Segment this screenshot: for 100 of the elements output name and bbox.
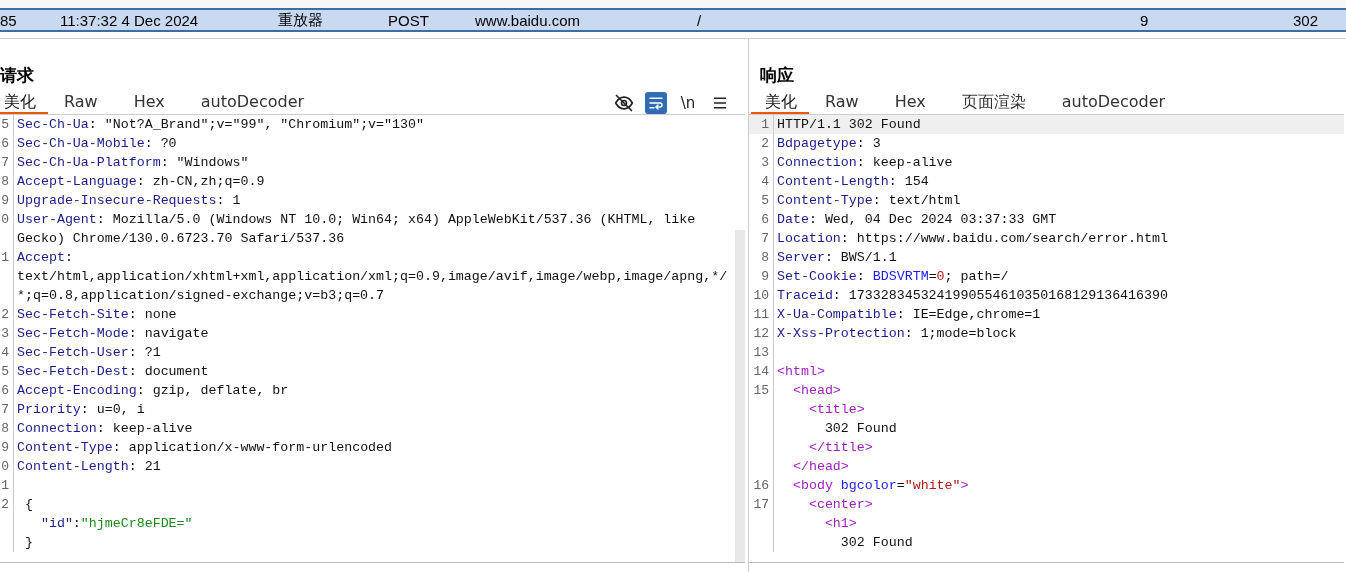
wrap-toggle[interactable] bbox=[645, 92, 667, 114]
hide-toggle[interactable] bbox=[613, 92, 635, 114]
code-line: } bbox=[23, 535, 33, 550]
code-line: <html> bbox=[776, 364, 825, 379]
line-number: 8 bbox=[1, 421, 9, 436]
table-cell-text: 11:37:32 4 Dec 2024 bbox=[60, 11, 200, 29]
code-line: Date: Wed, 04 Dec 2024 03:37:33 GMT bbox=[776, 212, 1057, 227]
line-number: 0 bbox=[1, 212, 9, 227]
code-line: Sec-Fetch-Dest: document bbox=[16, 364, 209, 379]
table-cell-text: 302 bbox=[1293, 11, 1320, 29]
panel-title: 请求 bbox=[0, 64, 35, 87]
code-line: Accept-Encoding: gzip, deflate, br bbox=[16, 383, 289, 398]
line-number: 10 bbox=[753, 288, 769, 303]
wrap-icon bbox=[648, 95, 664, 111]
line-number: 8 bbox=[1, 174, 9, 189]
line-number: 8 bbox=[761, 250, 769, 265]
line-number: 0 bbox=[1, 459, 9, 474]
code-line: </head> bbox=[791, 459, 849, 474]
code-line: HTTP/1.1 302 Found bbox=[776, 117, 921, 132]
table-cell-text: 85 bbox=[0, 11, 18, 29]
line-number: 4 bbox=[761, 174, 769, 189]
code-line: Connection: keep-alive bbox=[16, 421, 193, 436]
line-number: 9 bbox=[1, 440, 9, 455]
code-line: Content-Length: 21 bbox=[16, 459, 161, 474]
line-number: 3 bbox=[761, 155, 769, 170]
code-line: Sec-Ch-Ua: "Not?A_Brand";v="99", "Chromium";v="130" bbox=[16, 117, 424, 132]
line-number: 2 bbox=[761, 136, 769, 151]
tab[interactable]: 美化 bbox=[0, 92, 48, 114]
code-line: Connection: keep-alive bbox=[776, 155, 953, 170]
line-number: 7 bbox=[1, 402, 9, 417]
code-line: <title> bbox=[807, 402, 865, 417]
newline-toggle[interactable]: \n bbox=[677, 92, 699, 114]
table-cell-text: / bbox=[697, 11, 703, 29]
code-line: Content-Type: text/html bbox=[776, 193, 961, 208]
code-line: Gecko) Chrome/130.0.6723.70 Safari/537.36 bbox=[16, 231, 345, 246]
code-line: Set-Cookie: BDSVRTM=0; path=/ bbox=[776, 269, 1009, 284]
code-line: Sec-Fetch-User: ?1 bbox=[16, 345, 161, 360]
line-number: 7 bbox=[1, 155, 9, 170]
code-line: <h1> bbox=[823, 516, 857, 531]
line-number: 7 bbox=[761, 231, 769, 246]
line-number: 17 bbox=[753, 497, 769, 512]
code-line: Bdpagetype: 3 bbox=[776, 136, 881, 151]
line-number: 4 bbox=[1, 345, 9, 360]
tab[interactable]: autoDecoder bbox=[184, 92, 325, 114]
line-number: 2 bbox=[1, 497, 9, 512]
code-line: Sec-Fetch-Mode: navigate bbox=[16, 326, 209, 341]
code-line: Content-Type: application/x-www-form-urlencoded bbox=[16, 440, 393, 455]
eye-off-icon bbox=[614, 93, 634, 113]
line-number: 9 bbox=[761, 269, 769, 284]
tab[interactable]: Hex bbox=[117, 92, 185, 114]
tab[interactable]: Raw bbox=[48, 92, 118, 114]
code-line: X-Ua-Compatible: IE=Edge,chrome=1 bbox=[776, 307, 1041, 322]
panel-title: 响应 bbox=[759, 64, 795, 87]
line-number: 9 bbox=[1, 193, 9, 208]
code-line: Traceid: 1733283453241990554610350168129136416390 bbox=[776, 288, 1168, 303]
tab[interactable]: Raw bbox=[809, 92, 879, 114]
table-cell-text: 9 bbox=[1140, 11, 1150, 29]
line-number: 6 bbox=[1, 136, 9, 151]
tab[interactable]: 页面渲染 bbox=[945, 92, 1046, 114]
code-line: Location: https://www.baidu.com/search/error.html bbox=[776, 231, 1168, 246]
line-number: 3 bbox=[1, 326, 9, 341]
code-line: "id":"hjmeCr8eFDE=" bbox=[39, 516, 193, 531]
code-line: Sec-Ch-Ua-Mobile: ?0 bbox=[16, 136, 177, 151]
line-number: 5 bbox=[1, 364, 9, 379]
line-number: 16 bbox=[753, 478, 769, 493]
tab[interactable]: Hex bbox=[878, 92, 946, 114]
code-line: Server: BWS/1.1 bbox=[776, 250, 897, 265]
table-cell-text: 重放器 bbox=[278, 10, 324, 30]
code-line: User-Agent: Mozilla/5.0 (Windows NT 10.0; Win64; x64) AppleWebKit/537.36 (KHTML, like bbox=[16, 212, 696, 227]
scrollbar[interactable] bbox=[735, 230, 745, 562]
line-number: 5 bbox=[1, 117, 9, 132]
line-number: 14 bbox=[753, 364, 769, 379]
line-number: 12 bbox=[753, 326, 769, 341]
line-number: 1 bbox=[761, 117, 769, 132]
line-number: 13 bbox=[753, 345, 769, 360]
code-line: Accept: bbox=[16, 250, 73, 265]
code-line: </title> bbox=[807, 440, 873, 455]
line-number: 5 bbox=[761, 193, 769, 208]
line-number: 2 bbox=[1, 307, 9, 322]
code-line: Content-Length: 154 bbox=[776, 174, 929, 189]
history-row[interactable]: 85 11:37:32 4 Dec 2024 重放器 POST www.baidu.com / 9 302 bbox=[0, 10, 1346, 32]
table-cell-text: POST bbox=[388, 11, 430, 29]
table-cell-text: www.baidu.com bbox=[475, 11, 582, 29]
code-line: 302 Found bbox=[839, 535, 913, 550]
code-line: 302 Found bbox=[823, 421, 897, 436]
line-number: 1 bbox=[1, 478, 9, 493]
menu-icon bbox=[712, 95, 728, 111]
code-line: { bbox=[23, 497, 33, 512]
line-number: 6 bbox=[1, 383, 9, 398]
line-number: 1 bbox=[1, 250, 9, 265]
code-line: Sec-Ch-Ua-Platform: "Windows" bbox=[16, 155, 249, 170]
line-number: 6 bbox=[761, 212, 769, 227]
line-number: 15 bbox=[753, 383, 769, 398]
code-line: *;q=0.8,application/signed-exchange;v=b3;q=0.7 bbox=[16, 288, 385, 303]
code-line: X-Xss-Protection: 1;mode=block bbox=[776, 326, 1017, 341]
code-line: Accept-Language: zh-CN,zh;q=0.9 bbox=[16, 174, 265, 189]
line-number: 11 bbox=[753, 307, 769, 322]
code-line: Priority: u=0, i bbox=[16, 402, 145, 417]
code-line: <body bgcolor="white"> bbox=[791, 478, 969, 493]
tab[interactable]: autoDecoder bbox=[1045, 92, 1186, 114]
